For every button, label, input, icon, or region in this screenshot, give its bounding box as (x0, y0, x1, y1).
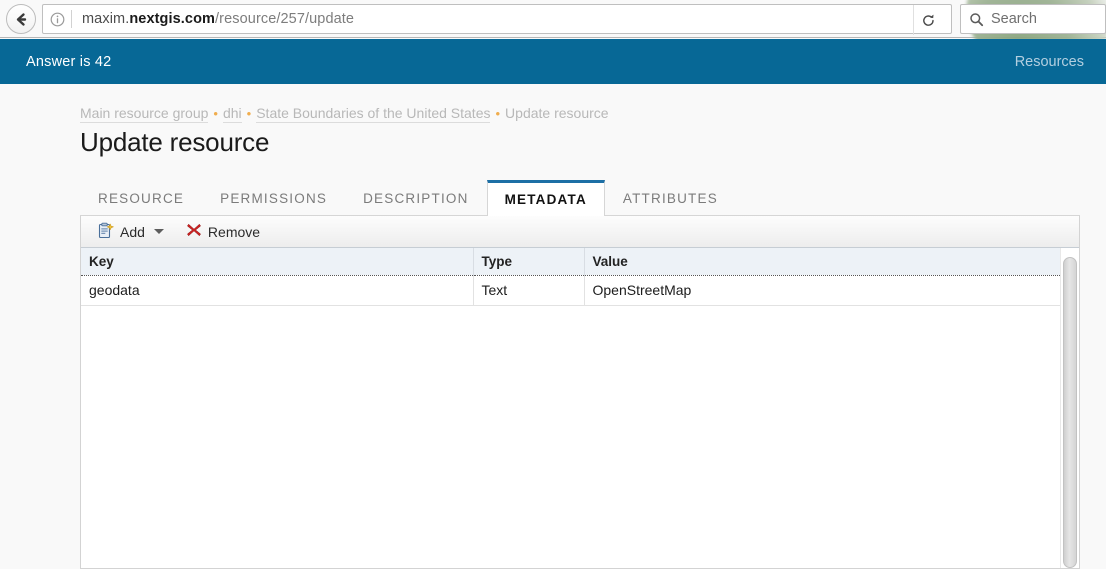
tab-resource[interactable]: RESOURCE (80, 180, 202, 215)
breadcrumb-item-1[interactable]: dhi (222, 105, 242, 123)
page-body: Main resource group • dhi • State Boundaries… (0, 84, 1106, 569)
breadcrumb-item-3: Update resource (505, 105, 609, 121)
grid-scrollbar-thumb[interactable] (1063, 257, 1077, 568)
table-body: geodata Text OpenStreetMap (81, 275, 1060, 306)
url-text: maxim.nextgis.com/resource/257/update (72, 11, 951, 27)
reload-button[interactable] (913, 5, 943, 35)
metadata-grid-panel: Add Remove Key Type Value geodata Text O… (80, 216, 1080, 569)
table-header-row-inner: Key Type Value (81, 248, 1060, 276)
url-subdomain: maxim. (82, 11, 130, 27)
remove-button-label: Remove (207, 223, 261, 240)
tab-metadata[interactable]: METADATA (486, 180, 605, 216)
header-resources-link[interactable]: Resources (1015, 54, 1106, 70)
tab-attributes[interactable]: ATTRIBUTES (605, 180, 736, 215)
page-title: Update resource (80, 127, 270, 157)
tab-label: DESCRIPTION (363, 190, 469, 206)
add-button[interactable]: Add (91, 220, 170, 244)
remove-button[interactable]: Remove (180, 220, 266, 244)
new-document-icon (97, 222, 114, 242)
breadcrumb-item-0[interactable]: Main resource group (80, 105, 209, 123)
tab-label: METADATA (504, 191, 587, 207)
back-arrow-icon (13, 11, 30, 28)
tab-description[interactable]: DESCRIPTION (345, 180, 486, 215)
tab-bar: RESOURCE PERMISSIONS DESCRIPTION METADATA AT… (80, 180, 1080, 216)
browser-back-button[interactable] (6, 4, 36, 34)
cell-key[interactable]: geodata (81, 275, 474, 306)
breadcrumb-separator: • (213, 106, 218, 121)
tab-label: RESOURCE (98, 190, 185, 206)
breadcrumb-item-2[interactable]: State Boundaries of the United States (256, 105, 491, 123)
metadata-table: Key Type Value geodata Text OpenStreetMap (81, 248, 1060, 306)
add-button-label: Add (120, 223, 145, 240)
column-header-value[interactable]: Value (584, 248, 1060, 276)
table-header-row: Key Type Value (81, 248, 1060, 276)
app-header: Answer is 42 Resources (0, 39, 1106, 84)
chevron-down-icon[interactable] (153, 229, 164, 234)
grid-table-wrap: Key Type Value geodata Text OpenStreetMap (81, 248, 1079, 568)
browser-chrome: maxim.nextgis.com/resource/257/update Se… (0, 0, 1106, 70)
app-title: Answer is 42 (26, 53, 112, 70)
tab-label: ATTRIBUTES (622, 190, 718, 206)
search-icon (961, 12, 991, 27)
grid-vertical-scrollbar[interactable] (1060, 248, 1079, 568)
breadcrumb: Main resource group • dhi • State Boundaries… (80, 105, 609, 123)
tab-label: PERMISSIONS (220, 190, 328, 206)
url-path: /resource/257/update (215, 11, 355, 27)
url-bar[interactable]: maxim.nextgis.com/resource/257/update (42, 4, 952, 35)
grid-toolbar: Add Remove (81, 216, 1079, 248)
table-row[interactable]: geodata Text OpenStreetMap (81, 275, 1060, 306)
breadcrumb-separator: • (246, 106, 252, 121)
search-input[interactable]: Search (991, 11, 1037, 27)
info-circle-icon[interactable] (43, 12, 71, 27)
column-header-type[interactable]: Type (473, 248, 585, 276)
tab-permissions[interactable]: PERMISSIONS (202, 180, 345, 215)
red-x-icon (186, 222, 202, 241)
cell-type[interactable]: Text (473, 275, 585, 306)
cell-value[interactable]: OpenStreetMap (584, 275, 1060, 306)
browser-search-bar[interactable]: Search (960, 4, 1106, 34)
column-header-key[interactable]: Key (81, 248, 474, 276)
breadcrumb-separator: • (495, 106, 501, 121)
url-domain: nextgis.com (129, 11, 216, 27)
